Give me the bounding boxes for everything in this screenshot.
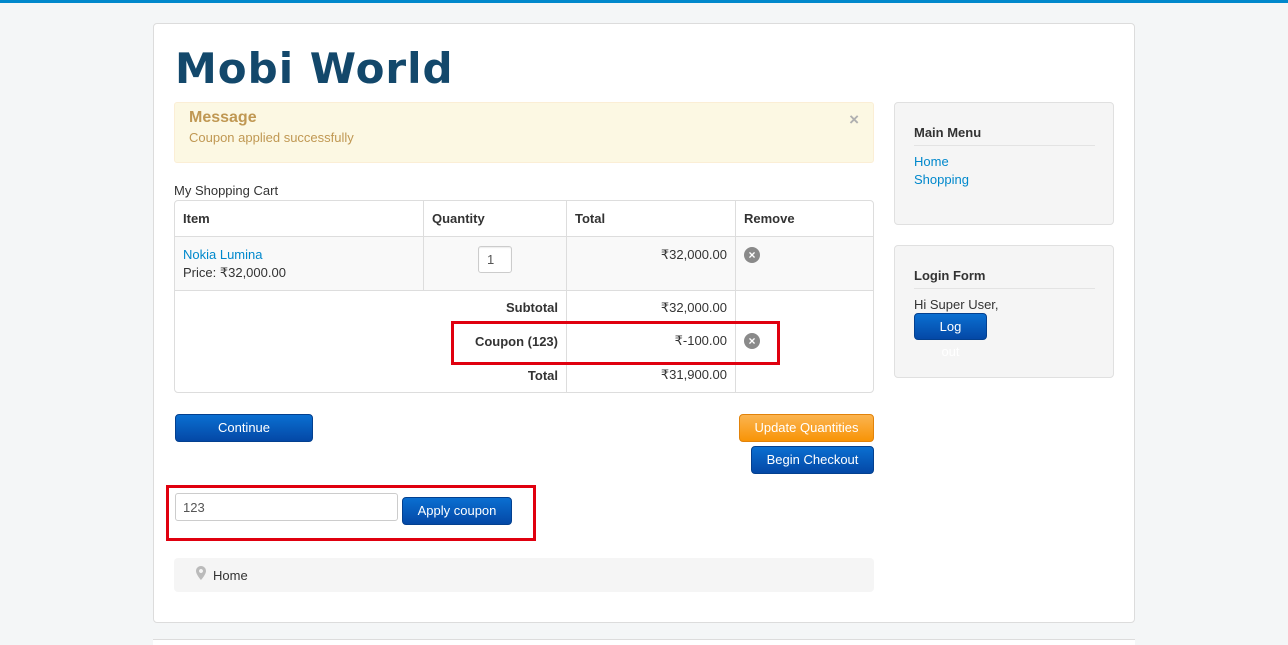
item-cell: Nokia Lumina Price: ₹32,000.00: [175, 236, 423, 290]
menu-item-home[interactable]: Home: [914, 154, 949, 169]
coupon-row-highlight: [451, 321, 780, 365]
begin-checkout-button[interactable]: Begin Checkout: [751, 446, 874, 474]
footer-edge: [153, 639, 1135, 645]
column-header-total: Total: [566, 201, 735, 236]
logout-button[interactable]: Log out: [914, 313, 987, 359]
breadcrumb: Home: [174, 558, 874, 592]
divider: [914, 288, 1095, 289]
subtotal-label: Subtotal: [423, 290, 566, 324]
subtotal-row: Subtotal ₹32,000.00: [175, 290, 873, 324]
cart-caption: My Shopping Cart: [174, 183, 279, 198]
remove-item-icon[interactable]: ×: [744, 247, 760, 263]
alert-message: Message Coupon applied successfully ×: [174, 102, 874, 163]
column-header-item: Item: [183, 211, 210, 226]
main-menu-title: Main Menu: [914, 125, 982, 140]
item-price: Price: ₹32,000.00: [183, 265, 286, 280]
login-greeting: Hi Super User,: [914, 297, 999, 312]
subtotal-value: ₹32,000.00: [566, 290, 735, 324]
site-title[interactable]: Mobi World: [175, 44, 454, 93]
login-form-module: Login Form Hi Super User, Log out: [894, 245, 1114, 378]
login-form-title: Login Form: [914, 268, 986, 283]
quantity-input[interactable]: [478, 246, 512, 273]
breadcrumb-home: Home: [213, 568, 248, 583]
quantity-cell: [423, 236, 566, 290]
item-total: ₹32,000.00: [566, 236, 735, 290]
coupon-form-highlight: [166, 485, 536, 541]
close-icon[interactable]: ×: [849, 110, 859, 130]
map-marker-icon: [196, 566, 206, 580]
main-menu-module: Main Menu Home Shopping: [894, 102, 1114, 225]
divider: [914, 145, 1095, 146]
update-quantities-button[interactable]: Update Quantities: [739, 414, 874, 442]
table-row: Nokia Lumina Price: ₹32,000.00 ₹32,000.0…: [175, 236, 873, 290]
menu-item-shopping[interactable]: Shopping: [914, 172, 969, 187]
column-header-quantity: Quantity: [423, 201, 566, 236]
alert-heading: Message: [189, 109, 257, 126]
continue-shopping-button[interactable]: Continue shopping: [175, 414, 313, 461]
remove-cell: ×: [735, 236, 873, 290]
table-header-row: Item Quantity Total Remove: [175, 201, 873, 236]
item-link[interactable]: Nokia Lumina: [183, 247, 263, 262]
alert-text: Coupon applied successfully: [189, 130, 354, 145]
page-container: Mobi World Message Coupon applied succes…: [153, 23, 1135, 623]
column-header-remove: Remove: [735, 201, 873, 236]
